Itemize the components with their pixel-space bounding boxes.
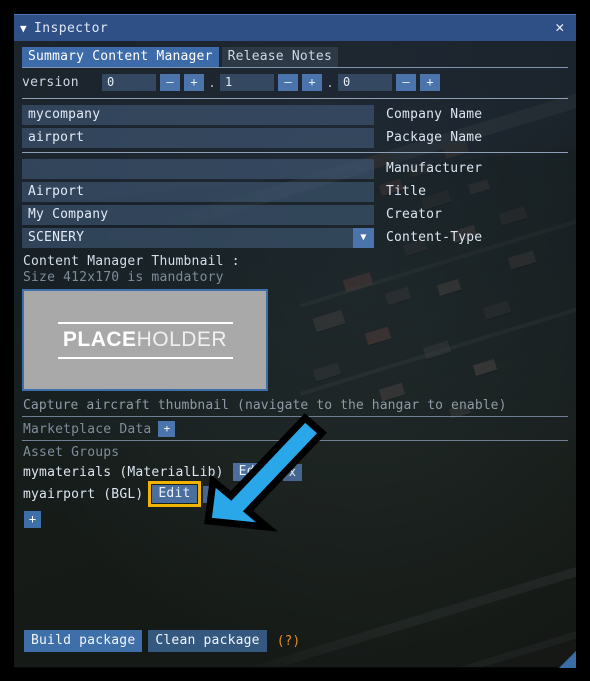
resize-grip[interactable] bbox=[559, 651, 576, 668]
triangle-down-icon[interactable]: ▼ bbox=[20, 23, 27, 34]
divider bbox=[22, 416, 568, 417]
help-link[interactable]: (?) bbox=[277, 634, 300, 649]
company-name-input[interactable]: mycompany bbox=[22, 104, 374, 125]
panel-content: Summary Content Manager Release Notes ve… bbox=[14, 41, 576, 528]
version-separator: . bbox=[326, 75, 334, 90]
divider bbox=[22, 440, 568, 441]
version-patch-input[interactable]: 0 bbox=[338, 74, 392, 91]
field-row-package-name: airport Package Name bbox=[22, 127, 568, 148]
field-row-creator: My Company Creator bbox=[22, 204, 568, 225]
thumbnail-size-requirement: Size 412x170 is mandatory bbox=[23, 270, 224, 285]
footer-actions: Build package Clean package (?) bbox=[24, 630, 300, 652]
placeholder-bold-text: PLACE bbox=[62, 327, 137, 351]
close-icon[interactable]: ✕ bbox=[552, 19, 568, 35]
company-name-label: Company Name bbox=[386, 107, 483, 122]
version-minor-decrement-button[interactable]: – bbox=[278, 74, 298, 91]
version-row: version 0 – + . 1 – + . 0 – + bbox=[22, 73, 568, 92]
clean-package-button[interactable]: Clean package bbox=[148, 630, 267, 652]
package-name-input[interactable]: airport bbox=[22, 127, 374, 148]
field-row-manufacturer: Manufacturer bbox=[22, 158, 568, 179]
creator-label: Creator bbox=[386, 207, 443, 222]
mymaterials-edit-button[interactable]: Edit bbox=[232, 463, 277, 481]
asset-group-row: mymaterials (MaterialLib) Edit x bbox=[23, 462, 568, 482]
panel-body: Summary Content Manager Release Notes ve… bbox=[14, 41, 576, 668]
add-marketplace-data-button[interactable]: + bbox=[158, 421, 176, 437]
content-type-label: Content-Type bbox=[386, 230, 483, 245]
asset-groups-label: Asset Groups bbox=[23, 445, 120, 460]
panel-titlebar[interactable]: ▼ Inspector ✕ bbox=[14, 14, 576, 41]
manufacturer-label: Manufacturer bbox=[386, 161, 483, 176]
divider bbox=[22, 152, 568, 153]
inspector-panel: ▼ Inspector ✕ Summary Content Manager Re… bbox=[14, 14, 576, 668]
asset-group-name: mymaterials (MaterialLib) bbox=[23, 464, 224, 480]
version-separator: . bbox=[208, 75, 216, 90]
screenshot-root: ▼ Inspector ✕ Summary Content Manager Re… bbox=[0, 0, 590, 681]
asset-group-row: myairport (BGL) Edit x bbox=[23, 481, 568, 507]
asset-group-name: myairport (BGL) bbox=[23, 486, 144, 502]
panel-title: Inspector bbox=[34, 20, 109, 36]
content-type-value: SCENERY bbox=[28, 229, 85, 245]
field-row-content-type: SCENERY ▼ Content-Type bbox=[22, 227, 568, 248]
thumbnail-preview[interactable]: PLACEHOLDER bbox=[22, 289, 268, 391]
placeholder-graphic: PLACEHOLDER bbox=[57, 321, 233, 359]
title-input[interactable]: Airport bbox=[22, 181, 374, 202]
package-name-label: Package Name bbox=[386, 130, 483, 145]
field-row-title: Airport Title bbox=[22, 181, 568, 202]
marketplace-data-row: Marketplace Data + bbox=[23, 421, 568, 437]
content-type-select[interactable]: SCENERY ▼ bbox=[22, 227, 374, 248]
placeholder-text: PLACEHOLDER bbox=[58, 324, 233, 357]
version-label: version bbox=[22, 75, 79, 90]
version-patch-decrement-button[interactable]: – bbox=[396, 74, 416, 91]
placeholder-rule-bottom bbox=[57, 356, 233, 359]
tab-summary-content-manager[interactable]: Summary Content Manager bbox=[22, 47, 219, 67]
mymaterials-remove-button[interactable]: x bbox=[282, 463, 303, 481]
field-row-company-name: mycompany Company Name bbox=[22, 104, 568, 125]
thumbnail-caption: Content Manager Thumbnail : bbox=[23, 254, 240, 269]
version-minor-increment-button[interactable]: + bbox=[302, 74, 322, 91]
version-minor-input[interactable]: 1 bbox=[220, 74, 274, 91]
placeholder-regular-text: HOLDER bbox=[136, 327, 228, 351]
tab-bar: Summary Content Manager Release Notes bbox=[22, 47, 568, 68]
version-major-decrement-button[interactable]: – bbox=[160, 74, 180, 91]
version-patch-increment-button[interactable]: + bbox=[420, 74, 440, 91]
myairport-remove-button[interactable]: x bbox=[202, 485, 222, 503]
chevron-down-icon[interactable]: ▼ bbox=[353, 227, 374, 248]
manufacturer-input[interactable] bbox=[22, 158, 374, 179]
title-label: Title bbox=[386, 184, 427, 199]
myairport-edit-button[interactable]: Edit bbox=[148, 481, 201, 507]
build-package-button[interactable]: Build package bbox=[24, 630, 143, 652]
add-asset-group-button[interactable]: + bbox=[24, 511, 41, 528]
marketplace-data-label: Marketplace Data bbox=[23, 421, 152, 437]
version-major-input[interactable]: 0 bbox=[102, 74, 156, 91]
creator-input[interactable]: My Company bbox=[22, 204, 374, 225]
capture-thumbnail-hint: Capture aircraft thumbnail (navigate to … bbox=[23, 398, 507, 413]
version-major-increment-button[interactable]: + bbox=[184, 74, 204, 91]
tab-release-notes[interactable]: Release Notes bbox=[221, 47, 338, 67]
divider bbox=[22, 98, 568, 99]
